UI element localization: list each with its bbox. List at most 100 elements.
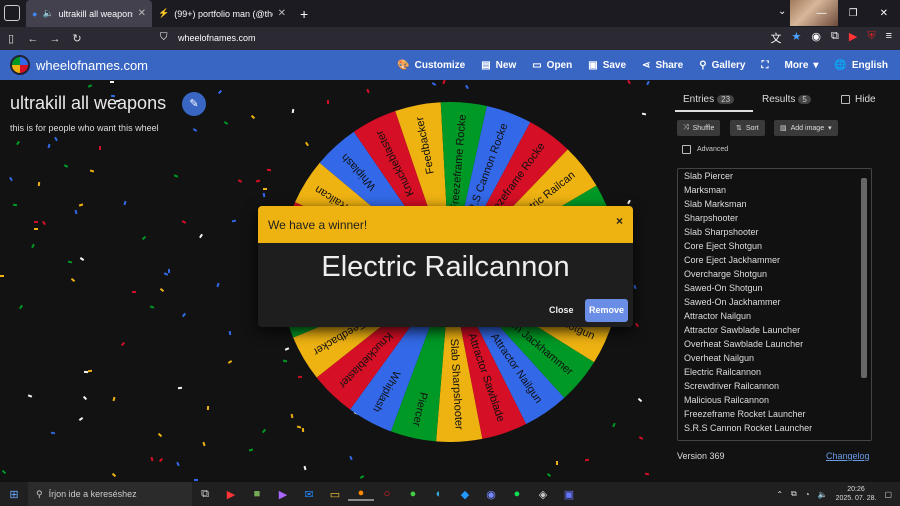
caret-down-icon: ▾ xyxy=(828,125,832,132)
shuffle-button[interactable]: ⤨ Shuffle xyxy=(677,120,721,136)
chevron-down-icon[interactable]: ⌄ xyxy=(778,6,786,17)
confetti-piece xyxy=(159,287,165,292)
confetti-piece xyxy=(47,143,51,148)
entries-textarea[interactable]: Slab Piercer Marksman Slab Marksman Sharpsh… xyxy=(677,168,872,441)
system-tray: ⌃ ⧉ ◔ 🔈 20:26 2025. 07. 28. ▢ xyxy=(776,482,892,506)
customize-button[interactable]: 🎨 Customize xyxy=(397,60,465,71)
chrome-icon[interactable]: ● xyxy=(400,488,426,500)
confetti-piece xyxy=(646,80,650,86)
shield-icon[interactable]: ⛉ xyxy=(160,32,168,43)
confetti-piece xyxy=(359,475,364,479)
reload-icon[interactable]: ↻ xyxy=(66,32,88,45)
back-icon[interactable]: ← xyxy=(22,33,44,45)
confetti-piece xyxy=(16,140,21,145)
clock[interactable]: 20:26 2025. 07. 28. xyxy=(836,485,877,503)
search-icon: ⚲ xyxy=(699,59,707,71)
app-icon[interactable]: ◆ xyxy=(452,488,478,501)
puzzle-icon[interactable]: ⧉ xyxy=(831,30,839,46)
entry-line: Slab Piercer xyxy=(684,171,734,181)
hide-toggle[interactable]: Hide xyxy=(841,94,876,105)
menu-label: Open xyxy=(546,59,573,71)
hide-checkbox[interactable] xyxy=(841,95,850,104)
menu-icon[interactable]: ≡ xyxy=(886,30,892,46)
confetti-piece xyxy=(627,80,631,84)
taskbar-search[interactable]: ⚲ Írjon ide a kereséshez xyxy=(28,482,192,506)
confetti-piece xyxy=(78,417,84,422)
open-button[interactable]: ▭ Open xyxy=(532,60,572,71)
entry-line: Slab Marksman xyxy=(684,199,747,209)
changelog-link[interactable]: Changelog xyxy=(826,451,870,461)
url-bar[interactable]: wheelofnames.com xyxy=(178,33,256,43)
chrome-icon: ● xyxy=(32,8,38,19)
firefox-icon[interactable]: ● xyxy=(348,487,374,501)
task-view-icon[interactable]: ⧉ xyxy=(192,488,218,501)
confetti-piece xyxy=(178,386,183,389)
wifi-icon[interactable]: ◔ xyxy=(805,490,810,499)
extension-icon[interactable]: ◉ xyxy=(811,30,821,46)
menu-label: More xyxy=(784,59,809,71)
confetti-piece xyxy=(626,200,631,205)
teams-icon[interactable]: ▣ xyxy=(556,488,582,501)
remove-button[interactable]: Remove xyxy=(585,299,628,322)
minecraft-icon[interactable]: ■ xyxy=(244,488,270,500)
star-icon[interactable]: ★ xyxy=(792,30,802,46)
sidebar-icon[interactable]: ▯ xyxy=(0,32,22,45)
restore-icon[interactable]: ❐ xyxy=(849,8,858,19)
menu-label: Save xyxy=(602,59,627,71)
translate-icon[interactable]: 文 xyxy=(771,30,782,46)
media-icon[interactable]: ▶ xyxy=(270,488,296,501)
save-button[interactable]: ▣ Save xyxy=(588,60,626,71)
tab-portfolio[interactable]: ⚡ (99+) portfolio man (@the-real ✕ xyxy=(152,0,292,27)
more-button[interactable]: More ▾ xyxy=(784,60,818,71)
close-button[interactable]: Close xyxy=(549,305,574,315)
tab-list-icon[interactable] xyxy=(4,5,20,21)
new-tab-button[interactable]: + xyxy=(292,6,316,22)
close-tab-icon[interactable]: ✕ xyxy=(278,8,286,19)
opera-icon[interactable]: ○ xyxy=(374,488,400,500)
confetti-piece xyxy=(19,304,24,309)
discord-icon[interactable]: ◉ xyxy=(478,488,504,501)
confetti-piece xyxy=(216,282,220,288)
advanced-toggle[interactable]: Advanced xyxy=(682,145,728,154)
tab-entries[interactable]: Entries 23 xyxy=(683,94,735,105)
tab-wheel[interactable]: ● 🔈 ultrakill all weapons ✕ xyxy=(26,0,152,27)
forward-icon[interactable]: → xyxy=(44,33,66,45)
spotify-icon[interactable]: ● xyxy=(504,488,530,500)
windows-start-icon[interactable]: ⊞ xyxy=(0,488,28,501)
gallery-button[interactable]: ⚲ Gallery xyxy=(699,60,745,71)
edge-icon[interactable]: ◐ xyxy=(426,488,452,500)
share-button[interactable]: ⋖ Share xyxy=(642,60,683,71)
youtube-ext-icon[interactable]: ▶ xyxy=(849,30,857,46)
site-name[interactable]: wheelofnames.com xyxy=(36,58,148,73)
network-icon[interactable]: ⧉ xyxy=(791,489,797,499)
close-window-icon[interactable]: ✕ xyxy=(880,8,888,19)
confetti-piece xyxy=(634,322,639,327)
notifications-icon[interactable]: ▢ xyxy=(884,490,892,499)
confetti-piece xyxy=(12,203,17,207)
confetti-piece xyxy=(546,472,552,477)
outlook-icon[interactable]: ✉ xyxy=(296,488,322,501)
confetti-piece xyxy=(228,331,232,336)
edit-title-button[interactable]: ✎ xyxy=(182,92,206,116)
entries-scrollbar[interactable] xyxy=(861,178,867,378)
ublock-icon[interactable]: ⛨ xyxy=(867,30,875,46)
volume-icon[interactable]: 🔈 xyxy=(818,490,828,499)
youtube-icon[interactable]: ▶ xyxy=(218,488,244,501)
steam-icon[interactable]: ◈ xyxy=(530,488,556,501)
new-button[interactable]: ▤ New xyxy=(481,60,516,71)
file-explorer-icon[interactable]: ▭ xyxy=(322,488,348,501)
fullscreen-button[interactable]: ⛶ xyxy=(761,60,768,71)
chevron-up-icon[interactable]: ⌃ xyxy=(776,490,783,499)
sort-button[interactable]: ⇅ Sort xyxy=(730,120,765,136)
confetti-piece xyxy=(28,394,33,398)
close-tab-icon[interactable]: ✕ xyxy=(138,8,146,19)
advanced-checkbox[interactable] xyxy=(682,145,691,154)
confetti-piece xyxy=(34,227,39,230)
add-image-button[interactable]: ▨ Add image ▾ xyxy=(774,120,838,136)
language-button[interactable]: 🌐 English xyxy=(834,60,888,71)
close-dialog-icon[interactable]: × xyxy=(616,214,623,228)
minimize-icon[interactable]: — xyxy=(817,8,827,19)
audio-icon[interactable]: 🔈 xyxy=(42,8,53,19)
tab-results[interactable]: Results 5 xyxy=(762,94,811,105)
wheel-logo-icon[interactable] xyxy=(10,55,30,75)
